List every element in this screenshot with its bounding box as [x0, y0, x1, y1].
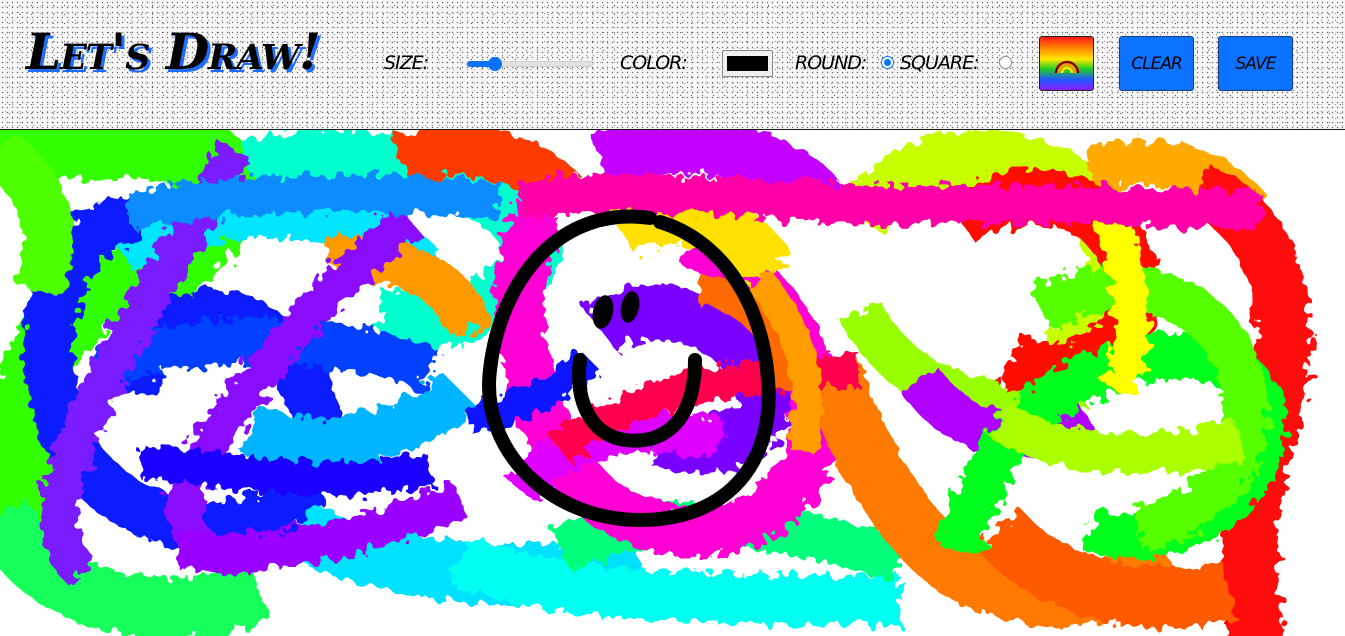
square-label: SQUARE: — [900, 52, 980, 74]
square-radio[interactable] — [999, 56, 1012, 69]
app-logo-title: Let's Draw! — [26, 22, 321, 81]
toolbar: Let's Draw! SIZE: COLOR: ROUND: SQUARE: … — [0, 0, 1345, 130]
rainbow-icon — [1054, 60, 1080, 74]
round-label: ROUND: — [795, 52, 867, 74]
rainbow-mode-button[interactable] — [1039, 36, 1094, 91]
size-slider[interactable] — [466, 57, 593, 71]
color-picker[interactable] — [722, 50, 773, 77]
drawing-artwork — [0, 130, 1311, 636]
size-slider-thumb[interactable] — [487, 57, 502, 71]
size-label: SIZE: — [384, 52, 429, 74]
save-button[interactable]: SAVE — [1218, 36, 1293, 91]
drawing-canvas[interactable] — [0, 130, 1345, 636]
round-radio[interactable] — [881, 56, 894, 69]
clear-button[interactable]: CLEAR — [1119, 36, 1194, 91]
color-label: COLOR: — [620, 52, 688, 74]
color-swatch — [727, 56, 768, 71]
